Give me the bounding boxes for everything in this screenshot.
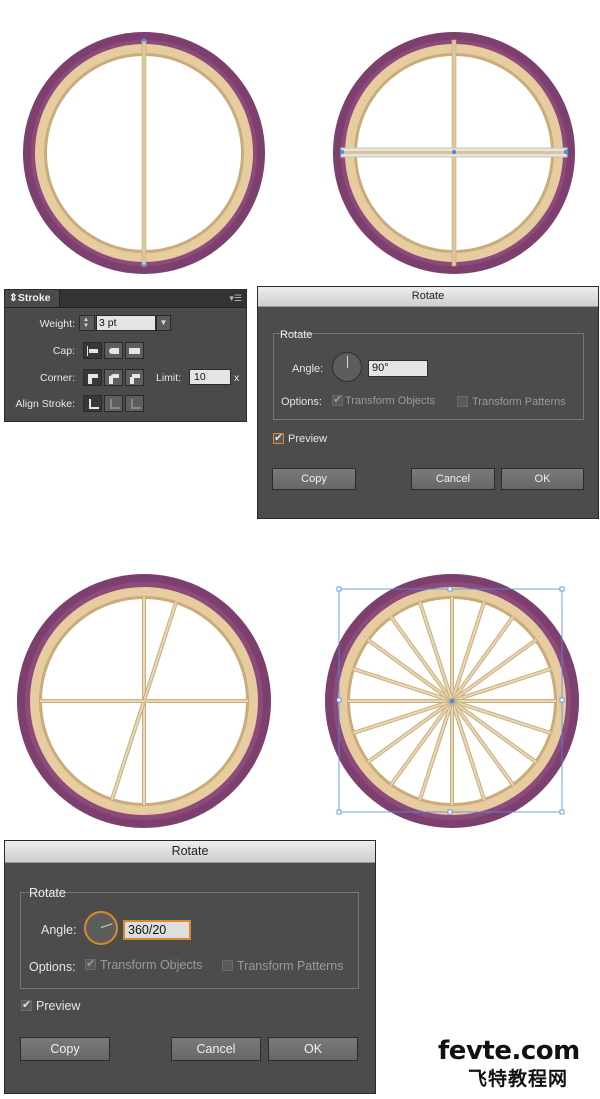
- copy-button[interactable]: Copy: [272, 468, 356, 490]
- preview-label: Preview: [288, 433, 328, 445]
- miter-join-button[interactable]: [83, 369, 102, 386]
- dialog-title: Rotate: [5, 841, 375, 863]
- angle-input[interactable]: 90°: [368, 360, 428, 377]
- wheel-step-2: [333, 32, 575, 274]
- dialog-title: Rotate: [258, 287, 598, 307]
- limit-input[interactable]: 10: [189, 369, 231, 385]
- transform-objects-checkbox[interactable]: [332, 393, 343, 406]
- transform-patterns-label: Transform Patterns: [472, 396, 566, 408]
- rotate-group: [20, 892, 359, 989]
- rotate-section-label: Rotate: [280, 329, 313, 341]
- angle-label: Angle:: [292, 363, 324, 375]
- weight-dropdown-icon[interactable]: ▼: [156, 315, 171, 331]
- round-join-button[interactable]: [104, 369, 123, 386]
- align-center-button[interactable]: [83, 395, 102, 412]
- stroke-panel-tab[interactable]: ⇕Stroke: [5, 290, 60, 307]
- ok-button[interactable]: OK: [268, 1037, 358, 1061]
- transform-patterns-label: Transform Patterns: [237, 959, 344, 973]
- transform-patterns-checkbox[interactable]: [457, 396, 468, 407]
- options-label: Options:: [29, 960, 76, 974]
- align-stroke-label: Align Stroke:: [15, 398, 75, 410]
- wheel-step-4: [325, 574, 579, 828]
- copy-button[interactable]: Copy: [20, 1037, 110, 1061]
- angle-input[interactable]: 360/20: [123, 920, 191, 940]
- weight-label: Weight:: [39, 318, 75, 330]
- panel-menu-icon[interactable]: ▾☰: [229, 294, 242, 303]
- transform-objects-checkbox[interactable]: [85, 957, 96, 970]
- projecting-cap-button[interactable]: [125, 342, 144, 359]
- cancel-button[interactable]: Cancel: [411, 468, 495, 490]
- transform-objects-label: Transform Objects: [100, 958, 203, 972]
- align-outside-button[interactable]: [125, 395, 144, 412]
- bevel-join-button[interactable]: [125, 369, 144, 386]
- stroke-panel-header: ⇕Stroke ▾☰: [5, 290, 246, 308]
- options-label: Options:: [281, 396, 322, 408]
- transform-patterns-checkbox[interactable]: [222, 960, 233, 971]
- stroke-panel: ⇕Stroke ▾☰ Weight: ▲ ▼ 3 pt ▼ Cap: Corne…: [4, 289, 247, 422]
- collapse-arrows-icon: ⇕: [9, 292, 18, 304]
- preview-label: Preview: [36, 999, 81, 1013]
- watermark-site: fevte.com: [438, 1036, 580, 1066]
- align-inside-button[interactable]: [104, 395, 123, 412]
- watermark-chinese: 飞特教程网: [468, 1068, 569, 1090]
- angle-dial-icon[interactable]: [332, 352, 362, 382]
- cap-label: Cap:: [52, 345, 75, 357]
- wheel-step-1: [23, 32, 265, 274]
- weight-input[interactable]: 3 pt: [96, 315, 156, 331]
- stroke-panel-title: Stroke: [17, 292, 51, 304]
- rotate-dialog-1: Rotate Rotate Angle: 90° Options: Transf…: [257, 286, 599, 519]
- cancel-button[interactable]: Cancel: [171, 1037, 261, 1061]
- weight-stepper[interactable]: ▲ ▼: [79, 315, 95, 331]
- limit-unit: x: [234, 372, 240, 384]
- ok-button[interactable]: OK: [501, 468, 584, 490]
- preview-checkbox[interactable]: [21, 998, 32, 1011]
- corner-label: Corner:: [39, 372, 75, 384]
- angle-dial-icon[interactable]: [84, 911, 118, 945]
- transform-objects-label: Transform Objects: [345, 395, 436, 407]
- wheel-step-3: [17, 574, 271, 828]
- rotate-dialog-2: Rotate Rotate Angle: 360/20 Options: Tra…: [4, 840, 376, 1094]
- limit-label: Limit:: [156, 372, 182, 384]
- butt-cap-button[interactable]: [83, 342, 102, 359]
- rotate-section-label: Rotate: [29, 886, 66, 900]
- round-cap-button[interactable]: [104, 342, 123, 359]
- angle-label: Angle:: [41, 923, 77, 937]
- preview-checkbox[interactable]: [273, 431, 284, 444]
